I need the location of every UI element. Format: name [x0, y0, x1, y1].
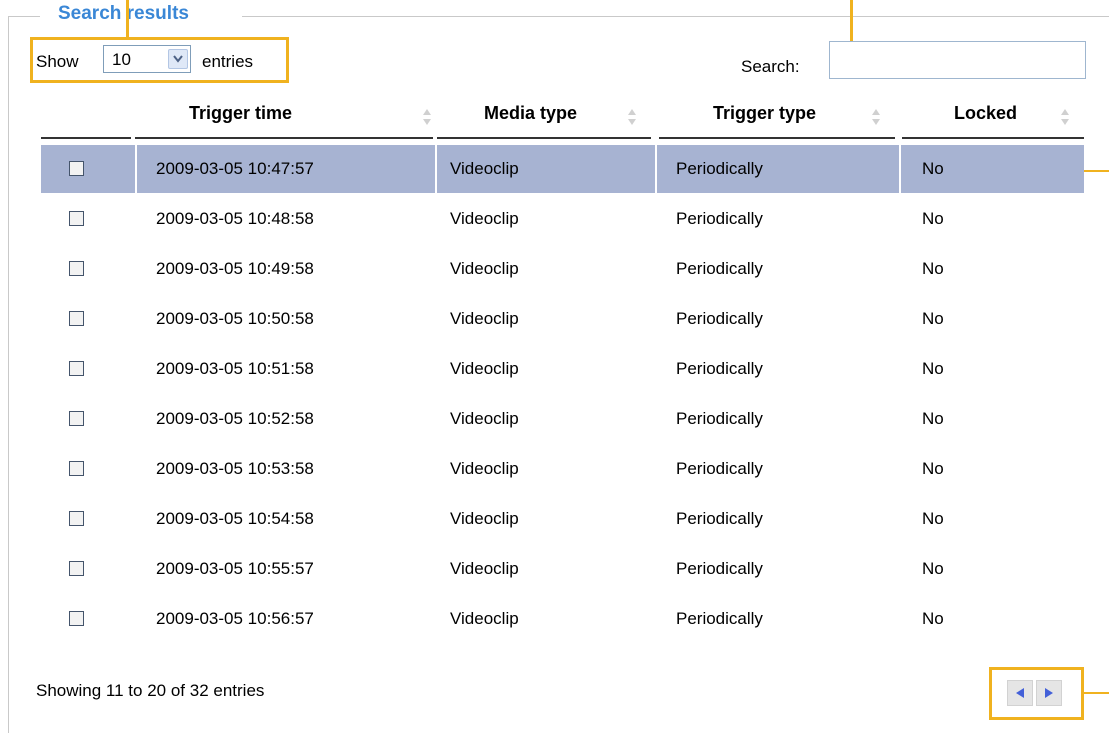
cell-trigger-type: Periodically: [676, 259, 763, 278]
table-row[interactable]: 2009-03-05 10:55:57 Videoclip Periodical…: [41, 545, 1084, 593]
column-header-label: Trigger time: [189, 103, 293, 123]
search-input[interactable]: [829, 41, 1086, 79]
column-header-media-type[interactable]: Media type: [437, 103, 651, 135]
column-separator: [655, 145, 657, 193]
entries-select[interactable]: 10: [103, 45, 191, 73]
table-row[interactable]: 2009-03-05 10:47:57 Videoclip Periodical…: [41, 145, 1084, 193]
table-row[interactable]: 2009-03-05 10:48:58 Videoclip Periodical…: [41, 195, 1084, 243]
table-row[interactable]: 2009-03-05 10:52:58 Videoclip Periodical…: [41, 395, 1084, 443]
table-row[interactable]: 2009-03-05 10:53:58 Videoclip Periodical…: [41, 445, 1084, 493]
cell-trigger-type: Periodically: [676, 359, 763, 378]
cell-trigger-type: Periodically: [676, 509, 763, 528]
header-underline: [41, 137, 131, 139]
sort-icon: [628, 109, 636, 125]
row-checkbox[interactable]: [69, 361, 84, 376]
cell-trigger-time: 2009-03-05 10:47:57: [156, 159, 314, 178]
entries-label: entries: [202, 52, 254, 71]
cell-media-type: Videoclip: [450, 409, 519, 428]
cell-locked: No: [922, 309, 944, 328]
triangle-left-icon: [1016, 688, 1024, 698]
cell-media-type: Videoclip: [450, 559, 519, 578]
cell-trigger-time: 2009-03-05 10:52:58: [156, 409, 314, 428]
previous-page-button[interactable]: [1007, 680, 1033, 706]
cell-locked: No: [922, 359, 944, 378]
cell-media-type: Videoclip: [450, 609, 519, 628]
column-header-label: Media type: [484, 103, 578, 123]
cell-locked: No: [922, 259, 944, 278]
sort-icon: [423, 109, 431, 125]
table-row[interactable]: 2009-03-05 10:54:58 Videoclip Periodical…: [41, 495, 1084, 543]
fieldset-border: [8, 16, 40, 17]
cell-locked: No: [922, 609, 944, 628]
row-checkbox[interactable]: [69, 411, 84, 426]
cell-trigger-time: 2009-03-05 10:50:58: [156, 309, 314, 328]
callout-line-length: [126, 0, 129, 38]
row-checkbox[interactable]: [69, 611, 84, 626]
cell-locked: No: [922, 459, 944, 478]
fieldset-legend: Search results: [58, 3, 189, 24]
cell-trigger-time: 2009-03-05 10:56:57: [156, 609, 314, 628]
search-label: Search:: [741, 57, 800, 76]
row-checkbox[interactable]: [69, 311, 84, 326]
chevron-down-icon[interactable]: [168, 49, 188, 69]
cell-media-type: Videoclip: [450, 359, 519, 378]
column-header-label: Locked: [954, 103, 1018, 123]
table-info: Showing 11 to 20 of 32 entries: [36, 681, 265, 700]
cell-locked: No: [922, 559, 944, 578]
cell-trigger-type: Periodically: [676, 409, 763, 428]
fieldset-border: [242, 16, 1109, 17]
row-checkbox[interactable]: [69, 561, 84, 576]
column-separator: [135, 145, 137, 193]
cell-locked: No: [922, 509, 944, 528]
row-checkbox[interactable]: [69, 161, 84, 176]
table-row[interactable]: 2009-03-05 10:56:57 Videoclip Periodical…: [41, 595, 1084, 643]
column-header-label: Trigger type: [713, 103, 817, 123]
column-separator: [899, 145, 901, 193]
table-row[interactable]: 2009-03-05 10:49:58 Videoclip Periodical…: [41, 245, 1084, 293]
column-header-locked[interactable]: Locked: [902, 103, 1084, 135]
cell-trigger-time: 2009-03-05 10:55:57: [156, 559, 314, 578]
column-header-trigger-type[interactable]: Trigger type: [659, 103, 895, 135]
cell-trigger-time: 2009-03-05 10:49:58: [156, 259, 314, 278]
header-underline: [902, 137, 1084, 139]
row-checkbox[interactable]: [69, 461, 84, 476]
cell-trigger-type: Periodically: [676, 559, 763, 578]
table-row[interactable]: 2009-03-05 10:51:58 Videoclip Periodical…: [41, 345, 1084, 393]
sort-icon: [872, 109, 880, 125]
cell-locked: No: [922, 409, 944, 428]
row-checkbox[interactable]: [69, 261, 84, 276]
cell-trigger-type: Periodically: [676, 309, 763, 328]
cell-locked: No: [922, 159, 944, 178]
cell-trigger-type: Periodically: [676, 159, 763, 178]
triangle-right-icon: [1045, 688, 1053, 698]
show-label: Show: [36, 52, 79, 71]
cell-media-type: Videoclip: [450, 159, 519, 178]
cell-trigger-time: 2009-03-05 10:54:58: [156, 509, 314, 528]
cell-media-type: Videoclip: [450, 309, 519, 328]
callout-line-pager: [1084, 692, 1109, 694]
column-header-trigger-time[interactable]: Trigger time: [133, 103, 433, 135]
cell-media-type: Videoclip: [450, 209, 519, 228]
next-page-button[interactable]: [1036, 680, 1062, 706]
row-checkbox[interactable]: [69, 211, 84, 226]
cell-media-type: Videoclip: [450, 509, 519, 528]
row-checkbox[interactable]: [69, 511, 84, 526]
sort-icon: [1061, 109, 1069, 125]
cell-trigger-type: Periodically: [676, 209, 763, 228]
cell-trigger-time: 2009-03-05 10:53:58: [156, 459, 314, 478]
cell-media-type: Videoclip: [450, 259, 519, 278]
cell-trigger-type: Periodically: [676, 609, 763, 628]
header-underline: [135, 137, 433, 139]
column-separator: [435, 145, 437, 193]
header-underline: [437, 137, 651, 139]
fieldset-border: [8, 16, 9, 733]
header-underline: [659, 137, 895, 139]
cell-trigger-type: Periodically: [676, 459, 763, 478]
cell-trigger-time: 2009-03-05 10:51:58: [156, 359, 314, 378]
cell-media-type: Videoclip: [450, 459, 519, 478]
entries-select-value: 10: [112, 50, 131, 69]
table-row[interactable]: 2009-03-05 10:50:58 Videoclip Periodical…: [41, 295, 1084, 343]
cell-trigger-time: 2009-03-05 10:48:58: [156, 209, 314, 228]
cell-locked: No: [922, 209, 944, 228]
